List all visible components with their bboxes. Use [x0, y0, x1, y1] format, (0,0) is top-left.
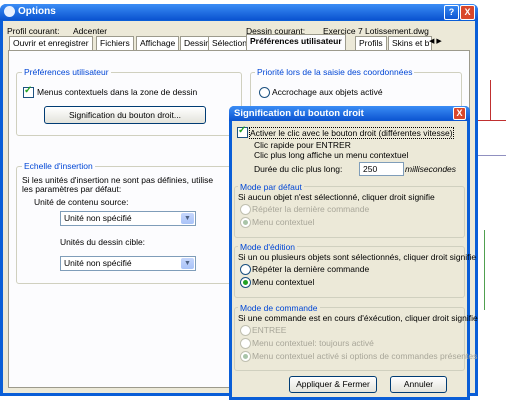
command-mode-desc: Si une commande est en cours d'éxécution…: [238, 313, 478, 323]
default-menu-radio[interactable]: [240, 217, 251, 228]
context-menu-label: Menus contextuels dans la zone de dessin: [37, 87, 198, 97]
prefs-group: [16, 72, 242, 136]
tab-scroll-arrows[interactable]: ◀ ▶: [429, 37, 442, 45]
edit-menu-radio[interactable]: [240, 277, 251, 288]
edit-mode-legend: Mode d'édition: [238, 242, 298, 252]
edit-mode-desc: Si un ou plusieurs objets sont sélection…: [238, 252, 477, 262]
source-unit-label: Unité de contenu source:: [34, 197, 129, 207]
scale-desc2: les paramètres par défaut:: [22, 184, 122, 194]
target-unit-select[interactable]: Unité non spécifié ▼: [60, 256, 196, 271]
source-unit-value: Unité non spécifié: [64, 213, 132, 223]
activate-right-click-checkbox[interactable]: [237, 125, 248, 138]
scale-legend: Echelle d'insertion: [22, 161, 95, 171]
default-repeat-radio[interactable]: [240, 204, 251, 215]
activate-right-click-label: Activer le clic avec le bouton droit (di…: [249, 127, 454, 139]
edit-menu-label: Menu contextuel: [252, 277, 315, 287]
cancel-button[interactable]: Annuler: [390, 376, 447, 393]
dialog-title: Signification du bouton droit: [234, 108, 364, 119]
duration-label: Durée du clic plus long:: [254, 164, 343, 174]
options-titlebar: Options ? X: [0, 4, 478, 20]
tab-preferences-utilisateur[interactable]: Préférences utilisateur: [246, 34, 346, 51]
dialog-body: Activer le clic avec le bouton droit (di…: [232, 121, 478, 397]
right-click-meaning-button[interactable]: Signification du bouton droit...: [44, 106, 206, 124]
command-menu-options-label: Menu contextuel activé si options de com…: [252, 351, 478, 361]
quick-click-text: Clic rapide pour ENTRER: [254, 140, 351, 150]
default-mode-desc: Si aucun objet n'est sélectionné, clique…: [238, 192, 435, 202]
profile-value: Adcenter: [73, 26, 108, 36]
source-unit-select[interactable]: Unité non spécifié ▼: [60, 211, 196, 226]
right-click-dialog: Signification du bouton droit X Activer …: [229, 106, 478, 400]
prefs-legend: Préférences utilisateur: [22, 67, 111, 77]
canvas-red-line: [478, 155, 506, 156]
tab-fichiers[interactable]: Fichiers: [96, 36, 134, 50]
long-click-text: Clic plus long affiche un menu contextue…: [254, 150, 409, 160]
dialog-titlebar: Signification du bouton droit X: [229, 106, 470, 121]
command-enter-label: ENTREE: [252, 325, 287, 335]
canvas-red-line: [484, 230, 485, 310]
target-unit-label: Unités du dessin cible:: [60, 237, 146, 247]
apply-close-button[interactable]: Appliquer & Fermer: [289, 376, 377, 393]
command-menu-always-label: Menu contextuel: toujours activé: [252, 338, 374, 348]
duration-unit: millisecondes: [405, 164, 457, 174]
chevron-down-icon[interactable]: ▼: [181, 213, 194, 224]
profile-label: Profil courant:: [7, 26, 60, 36]
duration-input[interactable]: 250: [359, 162, 404, 176]
chevron-down-icon[interactable]: ▼: [181, 258, 194, 269]
default-menu-label: Menu contextuel: [252, 217, 315, 227]
help-button[interactable]: ?: [444, 5, 459, 20]
command-menu-options-radio[interactable]: [240, 351, 251, 362]
app-icon: [4, 6, 15, 17]
snap-radio[interactable]: [259, 87, 270, 98]
tab-ouvrir-enregistrer[interactable]: Ouvrir et enregistrer: [9, 36, 93, 50]
close-button[interactable]: X: [460, 5, 475, 20]
context-menu-checkbox[interactable]: [23, 85, 34, 98]
tab-selection[interactable]: Sélection: [208, 36, 251, 50]
canvas-red-line: [478, 120, 506, 121]
tab-profils[interactable]: Profils: [355, 36, 387, 50]
command-mode-legend: Mode de commande: [238, 303, 320, 313]
window-title: Options: [18, 6, 56, 17]
edit-repeat-label: Répéter la dernière commande: [252, 264, 370, 274]
command-enter-radio[interactable]: [240, 325, 251, 336]
canvas-red-line: [490, 80, 491, 120]
edit-repeat-radio[interactable]: [240, 264, 251, 275]
tab-skins[interactable]: Skins et b: [388, 36, 432, 50]
default-repeat-label: Répéter la dernière commande: [252, 204, 370, 214]
snap-label: Accrochage aux objets activé: [272, 87, 383, 97]
command-menu-always-radio[interactable]: [240, 338, 251, 349]
dialog-close-button[interactable]: X: [453, 107, 466, 120]
target-unit-value: Unité non spécifié: [64, 258, 132, 268]
tab-affichage[interactable]: Affichage: [136, 36, 180, 50]
coords-legend: Priorité lors de la saisie des coordonné…: [255, 67, 415, 77]
default-mode-legend: Mode par défaut: [238, 182, 304, 192]
